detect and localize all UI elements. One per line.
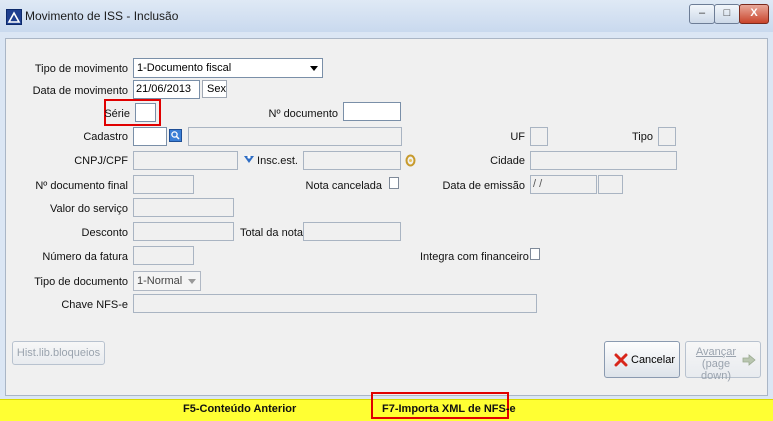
valor-servico-label: Valor do serviço	[49, 203, 128, 215]
num-documento-final-field	[133, 175, 194, 194]
tipo-movimento-value: 1-Documento fiscal	[137, 62, 232, 74]
numero-fatura-field	[133, 246, 194, 265]
minimize-button[interactable]: –	[689, 4, 715, 24]
cidade-field	[530, 151, 677, 170]
advance-button-label: Avançar (page down)	[693, 346, 739, 382]
tipo-documento-select[interactable]: 1-Normal	[133, 271, 201, 291]
chevron-down-icon	[188, 279, 196, 284]
data-emissao-extra-field	[598, 175, 623, 194]
uf-field	[530, 127, 548, 146]
cancel-button[interactable]: Cancelar	[604, 341, 680, 378]
window-title: Movimento de ISS - Inclusão	[25, 9, 179, 23]
total-nota-field	[303, 222, 401, 241]
nota-cancelada-label: Nota cancelada	[305, 180, 382, 192]
arrow-right-icon	[742, 353, 756, 367]
data-emissao-label: Data de emissão	[442, 180, 525, 192]
hist-bloqueios-button[interactable]: Hist.lib.bloqueios	[12, 341, 105, 365]
numero-fatura-label: Número da fatura	[42, 251, 128, 263]
data-emissao-field: / /	[530, 175, 597, 194]
advance-label-line1: Avançar	[695, 346, 737, 358]
f5-shortcut-label[interactable]: F5-Conteúdo Anterior	[183, 403, 296, 415]
integra-financeiro-checkbox[interactable]	[530, 248, 540, 260]
cancel-button-label: Cancelar	[631, 354, 676, 366]
search-icon[interactable]	[169, 129, 182, 142]
insc-est-field	[303, 151, 401, 170]
cadastro-input[interactable]	[133, 127, 167, 146]
data-movimento-input[interactable]: 21/06/2013	[133, 80, 200, 99]
serie-label: Série	[104, 108, 130, 120]
tipo-movimento-label: Tipo de movimento	[34, 63, 128, 75]
lookup-icon[interactable]	[242, 153, 256, 167]
integra-financeiro-label: Integra com financeiro	[420, 251, 529, 263]
chave-nfse-label: Chave NFS-e	[61, 299, 128, 311]
advance-label-line2: (page down)	[701, 358, 731, 382]
num-documento-label: Nº documento	[268, 108, 338, 120]
chave-nfse-field	[133, 294, 537, 313]
insc-est-label: Insc.est.	[257, 155, 298, 167]
cidade-label: Cidade	[490, 155, 525, 167]
num-documento-final-label: Nº documento final	[35, 180, 128, 192]
tipo-movimento-select[interactable]: 1-Documento fiscal	[133, 58, 323, 78]
tipo-documento-value: 1-Normal	[137, 275, 183, 287]
data-movimento-label: Data de movimento	[32, 85, 128, 97]
close-button[interactable]: X	[739, 4, 769, 24]
nota-cancelada-checkbox[interactable]	[389, 177, 399, 189]
close-icon	[614, 353, 628, 367]
cadastro-label: Cadastro	[83, 131, 128, 143]
serie-input[interactable]	[135, 103, 156, 122]
desconto-field	[133, 222, 234, 241]
tipo-label: Tipo	[632, 131, 653, 143]
cadastro-name-field	[188, 127, 402, 146]
weekday-display: Sex	[202, 80, 227, 98]
tipo-field	[658, 127, 676, 146]
tipo-documento-label: Tipo de documento	[34, 276, 128, 288]
cnpj-label: CNPJ/CPF	[74, 155, 128, 167]
refresh-icon[interactable]	[404, 153, 417, 168]
chevron-down-icon	[310, 66, 318, 71]
f7-shortcut-label[interactable]: F7-Importa XML de NFS-e	[382, 403, 516, 415]
num-documento-input[interactable]	[343, 102, 401, 121]
uf-label: UF	[510, 131, 525, 143]
desconto-label: Desconto	[81, 227, 128, 239]
app-icon	[6, 9, 22, 25]
maximize-button[interactable]: □	[714, 4, 740, 24]
advance-button[interactable]: Avançar (page down)	[685, 341, 761, 382]
valor-servico-field	[133, 198, 234, 217]
cnpj-field	[133, 151, 238, 170]
total-nota-label: Total da nota	[240, 227, 303, 239]
